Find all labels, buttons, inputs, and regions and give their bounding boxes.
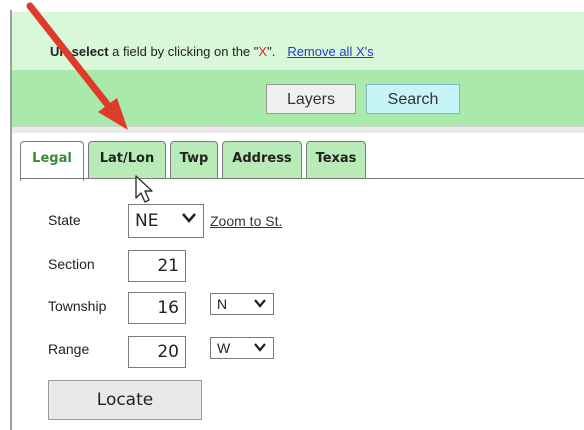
range-direction-value: W xyxy=(217,340,231,356)
township-direction-select[interactable]: N xyxy=(210,293,274,315)
township-input[interactable]: 16 xyxy=(128,292,186,324)
state-value: NE xyxy=(135,211,159,231)
notice-mid: a field by clicking on the " xyxy=(108,44,259,59)
chevron-down-icon xyxy=(253,296,267,312)
chevron-down-icon xyxy=(253,340,267,356)
section-input[interactable]: 21 xyxy=(128,250,186,282)
range-direction-select[interactable]: W xyxy=(210,337,274,359)
tab-legal[interactable]: Legal xyxy=(20,141,84,181)
tab-address[interactable]: Address xyxy=(222,141,302,179)
notice-text: Un-select a field by clicking on the "X"… xyxy=(50,44,374,59)
range-label: Range xyxy=(48,341,90,357)
notice-bold: Un-select xyxy=(50,44,109,59)
state-label: State xyxy=(48,212,81,228)
section-label: Section xyxy=(48,256,95,272)
toolbar: Layers Search xyxy=(12,70,584,126)
tab-twp[interactable]: Twp xyxy=(170,141,218,179)
unselect-notice: Un-select a field by clicking on the "X"… xyxy=(12,12,584,70)
chevron-down-icon xyxy=(181,211,197,228)
state-select[interactable]: NE xyxy=(128,204,204,238)
zoom-to-state-link[interactable]: Zoom to St. xyxy=(210,213,282,229)
layers-button[interactable]: Layers xyxy=(266,84,356,114)
township-direction-value: N xyxy=(217,296,228,312)
remove-all-x-link[interactable]: Remove all X's xyxy=(287,44,373,59)
range-input[interactable]: 20 xyxy=(128,336,186,368)
tab-baseline xyxy=(20,178,584,179)
tab-lat-lon[interactable]: Lat/Lon xyxy=(88,141,166,179)
toolbar-separator xyxy=(12,126,584,133)
notice-x: X xyxy=(258,44,268,59)
tab-texas[interactable]: Texas xyxy=(306,141,366,179)
locate-button[interactable]: Locate xyxy=(48,380,202,420)
page-top xyxy=(0,0,584,12)
search-button[interactable]: Search xyxy=(366,84,460,114)
notice-end: ". xyxy=(267,44,276,59)
township-label: Township xyxy=(48,298,107,314)
